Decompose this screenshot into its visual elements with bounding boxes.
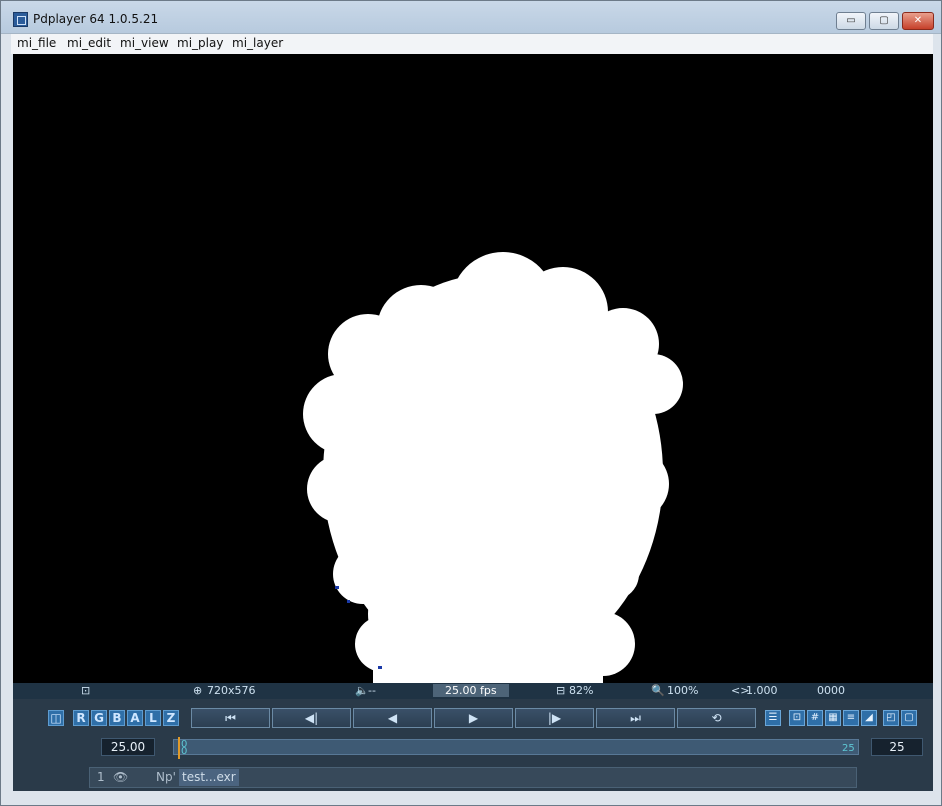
quality-text: 82% [569, 684, 594, 697]
histogram-icon[interactable]: ≡ [843, 710, 859, 726]
layer-file-name[interactable]: test...exr [179, 769, 239, 786]
list-view-icon[interactable]: ☰ [765, 710, 781, 726]
layer-label: Np' [156, 770, 176, 784]
control-panel: ◫ R G B A L Z ⏮ ◀| ◀ ▶ |▶ ⏭ ⟲ ☰ ⊡ # ▦ ≡ … [13, 699, 933, 791]
maximize-button[interactable]: ▢ [869, 12, 899, 30]
safe-area-icon[interactable]: ⊡ [789, 710, 805, 726]
menu-play[interactable]: mi_play [177, 36, 223, 50]
menu-layer[interactable]: mi_layer [232, 36, 283, 50]
end-frame-field[interactable]: 25 [871, 738, 923, 756]
status-bar: ⊡ ⊕ 720x576 🔈 -- 25.00 fps ⊟ 82% 🔍 100% … [13, 683, 933, 699]
first-frame-button[interactable]: ⏮ [191, 708, 270, 728]
menu-edit[interactable]: mi_edit [67, 36, 111, 50]
resolution-text: 720x576 [207, 684, 256, 697]
step-back-button[interactable]: ◀| [272, 708, 351, 728]
fps-display[interactable]: 25.00 fps [433, 684, 509, 697]
layer-row[interactable]: 1 👁 Np' test...exr [89, 767, 857, 788]
eye-icon[interactable]: 👁 [113, 770, 128, 784]
checker-icon[interactable]: ▦ [825, 710, 841, 726]
app-icon [13, 12, 28, 27]
playhead-marker[interactable] [178, 737, 180, 759]
zoom-text: 100% [667, 684, 699, 697]
play-button[interactable]: ▶ [434, 708, 513, 728]
close-button[interactable]: ✕ [902, 12, 934, 30]
title-bar: Pdplayer 64 1.0.5.21 ▭ ▢ ✕ [1, 1, 941, 34]
channel-l-button[interactable]: L [145, 710, 161, 726]
channel-a-button[interactable]: A [127, 710, 143, 726]
loop-button[interactable]: ⟲ [677, 708, 756, 728]
app-window: Pdplayer 64 1.0.5.21 ▭ ▢ ✕ mi_file mi_ed… [0, 0, 942, 806]
channel-z-button[interactable]: Z [163, 710, 179, 726]
grid-icon[interactable]: # [807, 710, 823, 726]
audio-text: -- [368, 684, 376, 697]
resolution-icon: ⊕ [193, 684, 203, 697]
timeline-start-bottom: 0 [181, 746, 188, 757]
fit-icon[interactable]: ⊡ [81, 684, 90, 697]
menu-view[interactable]: mi_view [120, 36, 169, 50]
zoom-icon[interactable]: 🔍 [651, 684, 665, 697]
smoke-cloud-image [303, 252, 683, 683]
timeline-end-label: 25 [842, 743, 855, 754]
timeline-track[interactable]: 0 0 25 [173, 737, 859, 759]
window-title: Pdplayer 64 1.0.5.21 [33, 12, 159, 26]
channel-r-button[interactable]: R [73, 710, 89, 726]
image-viewport[interactable] [13, 54, 933, 683]
minimize-button[interactable]: ▭ [836, 12, 866, 30]
step-forward-button[interactable]: |▶ [515, 708, 594, 728]
audio-icon[interactable]: 🔈 [355, 684, 369, 697]
menu-file[interactable]: mi_file [17, 36, 56, 50]
color-picker-icon[interactable]: ◢ [861, 710, 877, 726]
play-backward-button[interactable]: ◀ [353, 708, 432, 728]
layout-icon[interactable]: ◰ [883, 710, 899, 726]
channel-b-button[interactable]: B [109, 710, 125, 726]
aspect-text: 1.000 [746, 684, 778, 697]
layer-index: 1 [97, 770, 105, 784]
compare-icon[interactable]: ◫ [48, 710, 64, 726]
last-frame-button[interactable]: ⏭ [596, 708, 675, 728]
fps-field[interactable]: 25.00 [101, 738, 155, 756]
menu-bar: mi_file mi_edit mi_view mi_play mi_layer [11, 34, 933, 54]
fullscreen-icon[interactable]: ▢ [901, 710, 917, 726]
quality-icon: ⊟ [556, 684, 566, 697]
channel-g-button[interactable]: G [91, 710, 107, 726]
frame-counter: 0000 [817, 684, 845, 697]
